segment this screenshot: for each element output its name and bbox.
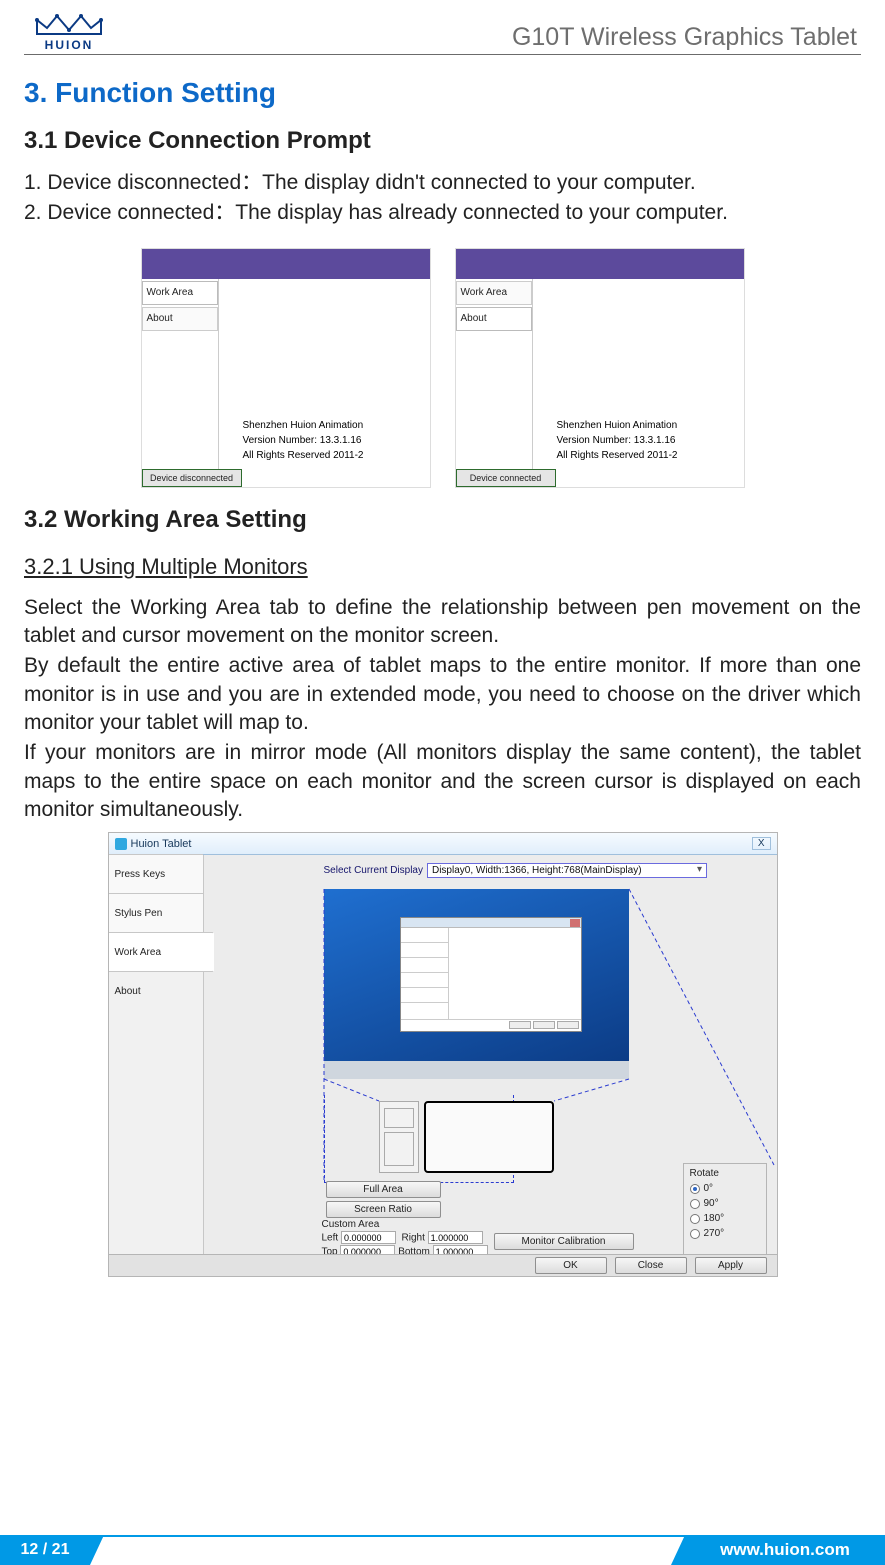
para-1: 1. Device disconnected：The display didn'…	[24, 169, 861, 197]
brand-text: HUION	[45, 38, 94, 52]
custom-area-label: Custom Area	[322, 1219, 488, 1230]
page-number: 12 / 21	[0, 1535, 90, 1565]
para-2: 2. Device connected：The display has alre…	[24, 199, 861, 227]
mini-tab-about: About	[456, 307, 532, 331]
rotate-0-radio[interactable]	[690, 1184, 700, 1194]
app-main: Select Current Display Display0, Width:1…	[204, 855, 777, 1254]
screen-ratio-button[interactable]: Screen Ratio	[326, 1201, 441, 1218]
rotate-label: Rotate	[690, 1168, 760, 1179]
display-preview	[324, 889, 629, 1079]
page-header: HUION G10T Wireless Graphics Tablet	[24, 10, 861, 55]
app-title: Huion Tablet	[131, 838, 192, 850]
mini-tab-work: Work Area	[142, 281, 218, 305]
sidebar-item-press-keys[interactable]: Press Keys	[109, 854, 203, 894]
sidebar-item-stylus-pen[interactable]: Stylus Pen	[109, 893, 203, 933]
monitor-calibration-button[interactable]: Monitor Calibration	[494, 1233, 634, 1250]
right-input[interactable]	[428, 1231, 483, 1244]
rotate-270-radio[interactable]	[690, 1229, 700, 1239]
brand-logo: HUION	[24, 10, 114, 52]
footer-url: www.huion.com	[685, 1535, 885, 1565]
close-button[interactable]: Close	[615, 1257, 687, 1274]
heading-1: 3. Function Setting	[24, 77, 861, 109]
page-footer: 12 / 21 www.huion.com	[0, 1535, 885, 1565]
sidebar-item-work-area[interactable]: Work Area	[109, 932, 214, 972]
full-area-button[interactable]: Full Area	[326, 1181, 441, 1198]
para-3: Select the Working Area tab to define th…	[24, 594, 861, 651]
mini-tab-about: About	[142, 307, 218, 331]
preview-app-window	[400, 917, 582, 1032]
status-disconnected: Device disconnected	[142, 469, 242, 487]
rotate-180-radio[interactable]	[690, 1214, 700, 1224]
app-sidebar: Press Keys Stylus Pen Work Area About	[109, 855, 204, 1254]
screenshot-work-area: Huion Tablet X Press Keys Stylus Pen Wor…	[108, 832, 778, 1277]
custom-area-block: Custom Area Left Right Top Bottom	[322, 1219, 488, 1258]
crown-icon	[33, 10, 105, 40]
heading-3: 3.2.1 Using Multiple Monitors	[24, 554, 861, 580]
app-title-bar: Huion Tablet X	[109, 833, 777, 855]
close-icon[interactable]: X	[752, 837, 771, 850]
status-connected: Device connected	[456, 469, 556, 487]
left-input[interactable]	[341, 1231, 396, 1244]
mini-tab-work: Work Area	[456, 281, 532, 305]
product-title: G10T Wireless Graphics Tablet	[512, 23, 861, 52]
heading-2b: 3.2 Working Area Setting	[24, 506, 861, 534]
select-display-combo[interactable]: Display0, Width:1366, Height:768(MainDis…	[427, 863, 707, 878]
para-5: If your monitors are in mirror mode (All…	[24, 739, 861, 824]
sidebar-item-about[interactable]: About	[109, 971, 203, 1011]
para-4: By default the entire active area of tab…	[24, 652, 861, 737]
select-display-label: Select Current Display	[324, 865, 423, 876]
rotate-panel: Rotate 0° 90° 180° 270°	[683, 1163, 767, 1255]
heading-2a: 3.1 Device Connection Prompt	[24, 127, 861, 155]
ok-button[interactable]: OK	[535, 1257, 607, 1274]
screenshot-disconnected: Work Area About Shenzhen Huion Animation…	[141, 248, 431, 488]
dialog-bottom-bar: OK Close Apply	[109, 1254, 777, 1276]
apply-button[interactable]: Apply	[695, 1257, 767, 1274]
tablet-keys-icon	[379, 1101, 419, 1173]
tablet-surface[interactable]	[424, 1101, 554, 1173]
screenshot-connected: Work Area About Shenzhen Huion Animation…	[455, 248, 745, 488]
rotate-90-radio[interactable]	[690, 1199, 700, 1209]
screenshots-row: Work Area About Shenzhen Huion Animation…	[24, 248, 861, 488]
